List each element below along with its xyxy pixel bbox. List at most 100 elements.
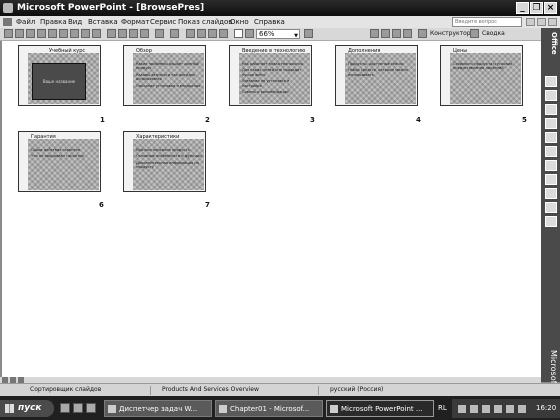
menu-window[interactable]: Окно [230,18,249,26]
hide-slide-icon[interactable] [392,29,401,38]
design-button[interactable]: Конструктор [430,30,471,37]
summary-button[interactable]: Сводка [482,30,505,37]
slide-thumbnail-7[interactable]: Характеристики Краткое описание продукта… [123,131,206,192]
start-button[interactable]: пуск [0,400,54,417]
format-painter-icon[interactable] [140,29,149,38]
menu-bar: Файл Правка Вид Вставка Формат Сервис По… [0,16,560,28]
insert-table-icon[interactable] [197,29,206,38]
menu-tools[interactable]: Сервис [150,18,176,26]
email-icon[interactable] [48,29,57,38]
task-label: Диспетчер задач W... [119,405,198,413]
minimize-button[interactable]: _ [516,2,529,14]
slide-number: 5 [522,116,527,124]
shortcut-icon[interactable] [545,118,557,129]
save-icon[interactable] [26,29,35,38]
shortcut-icon[interactable] [545,160,557,171]
tray-icon[interactable] [518,405,526,413]
shortcut-icon[interactable] [545,132,557,143]
taskbar-item-powerpoint[interactable]: Microsoft PowerPoint ... [326,400,434,417]
powerpoint-icon[interactable] [3,3,13,13]
insert-hyperlink-icon[interactable] [219,29,228,38]
undo-icon[interactable] [155,29,164,38]
grayscale-icon[interactable] [234,29,243,38]
tray-icon[interactable] [494,405,502,413]
divider [318,386,319,395]
slide-thumbnail-2[interactable]: Обзор Какие проблемы решает данный проду… [123,45,206,106]
slide-thumbnail-5[interactable]: Цены Стоимость продукта и условия предос… [440,45,523,106]
open-icon[interactable] [15,29,24,38]
research-icon[interactable] [92,29,101,38]
rehearse-timings-icon[interactable] [403,29,412,38]
quick-launch-icon[interactable] [60,403,70,413]
taskbar-item-word[interactable]: Chapter01 - Microsof... [215,400,323,417]
restore-button[interactable]: ❐ [530,2,543,14]
tray-icon[interactable] [506,405,514,413]
redo-icon[interactable] [170,29,179,38]
tray-icon[interactable] [458,405,466,413]
doc-close-button[interactable] [548,18,557,26]
slide-thumbnail-4[interactable]: Дополнения Продукты, доступные сейчас На… [335,45,418,106]
new-slide-icon[interactable] [381,29,390,38]
doc-restore-button[interactable] [537,18,546,26]
bullet-list: Какие проблемы решает данный продукт Как… [136,62,202,90]
close-button[interactable]: × [544,2,557,14]
tray-icon[interactable] [470,405,478,413]
show-formatting-icon[interactable] [245,29,254,38]
menu-insert[interactable]: Вставка [88,18,118,26]
menu-help[interactable]: Справка [254,18,285,26]
slide-title: Характеристики [136,134,180,140]
insert-chart-icon[interactable] [186,29,195,38]
slide-number: 6 [99,201,104,209]
quick-launch-icon[interactable] [86,403,96,413]
shortcut-icon[interactable] [545,202,557,213]
bullet-list: Краткое описание продукта Основные особе… [136,148,202,172]
print-preview-icon[interactable] [70,29,79,38]
shortcut-icon[interactable] [545,146,557,157]
tables-borders-icon[interactable] [208,29,217,38]
slide-title: Гарантия [31,134,56,140]
menu-format[interactable]: Формат [121,18,149,26]
help-search-input[interactable] [452,17,522,27]
quick-launch-icon[interactable] [73,403,83,413]
menu-view[interactable]: Вид [68,18,82,26]
paste-icon[interactable] [129,29,138,38]
slide-number: 1 [100,116,105,124]
permission-icon[interactable] [37,29,46,38]
bullet: Краткое описание продукта [136,148,190,152]
shortcut-icon[interactable] [545,104,557,115]
shortcut-icon[interactable] [545,76,557,87]
slide-number: 7 [205,201,210,209]
shortcut-icon[interactable] [545,188,557,199]
slide-thumbnail-3[interactable]: Введение в технологию Как работает новая… [229,45,312,106]
bullet: Описание установки и внедрения [136,83,201,88]
bullet: Указания по установке и настройке [242,79,290,88]
slide-title: Дополнения [348,48,381,54]
menu-file[interactable]: Файл [16,18,35,26]
task-label: Chapter01 - Microsof... [230,405,310,413]
slide-thumbnail-6[interactable]: Гарантия Сроки действия гарантии Что не … [18,131,101,192]
cut-icon[interactable] [107,29,116,38]
taskbar-item-task-manager[interactable]: Диспетчер задач W... [104,400,212,417]
print-icon[interactable] [59,29,68,38]
slide-transition-icon[interactable] [370,29,379,38]
doc-minimize-button[interactable] [526,18,535,26]
shortcut-icon[interactable] [545,90,557,101]
new-icon[interactable] [4,29,13,38]
menu-edit[interactable]: Правка [40,18,67,26]
shortcut-icon[interactable] [545,216,557,227]
shortcut-icon[interactable] [545,174,557,185]
slide-sorter-pane[interactable]: Учебный курс Ваше название 1 Обзор Какие… [2,41,541,377]
help-icon[interactable] [304,29,313,38]
language-indicator[interactable]: RL [438,404,447,412]
clock[interactable]: 16:20 [536,404,556,412]
notes-icon[interactable] [470,29,479,38]
tray-icon[interactable] [482,405,490,413]
copy-icon[interactable] [118,29,127,38]
document-icon[interactable] [3,18,12,26]
zoom-select[interactable]: 66% ▼ [256,29,300,39]
system-tray: 16:20 [452,399,560,418]
spelling-icon[interactable] [81,29,90,38]
menu-slideshow[interactable]: Показ слайдов [178,18,232,26]
slide-thumbnail-1[interactable]: Учебный курс Ваше название [18,45,101,106]
summary-slide-icon[interactable] [418,29,427,38]
